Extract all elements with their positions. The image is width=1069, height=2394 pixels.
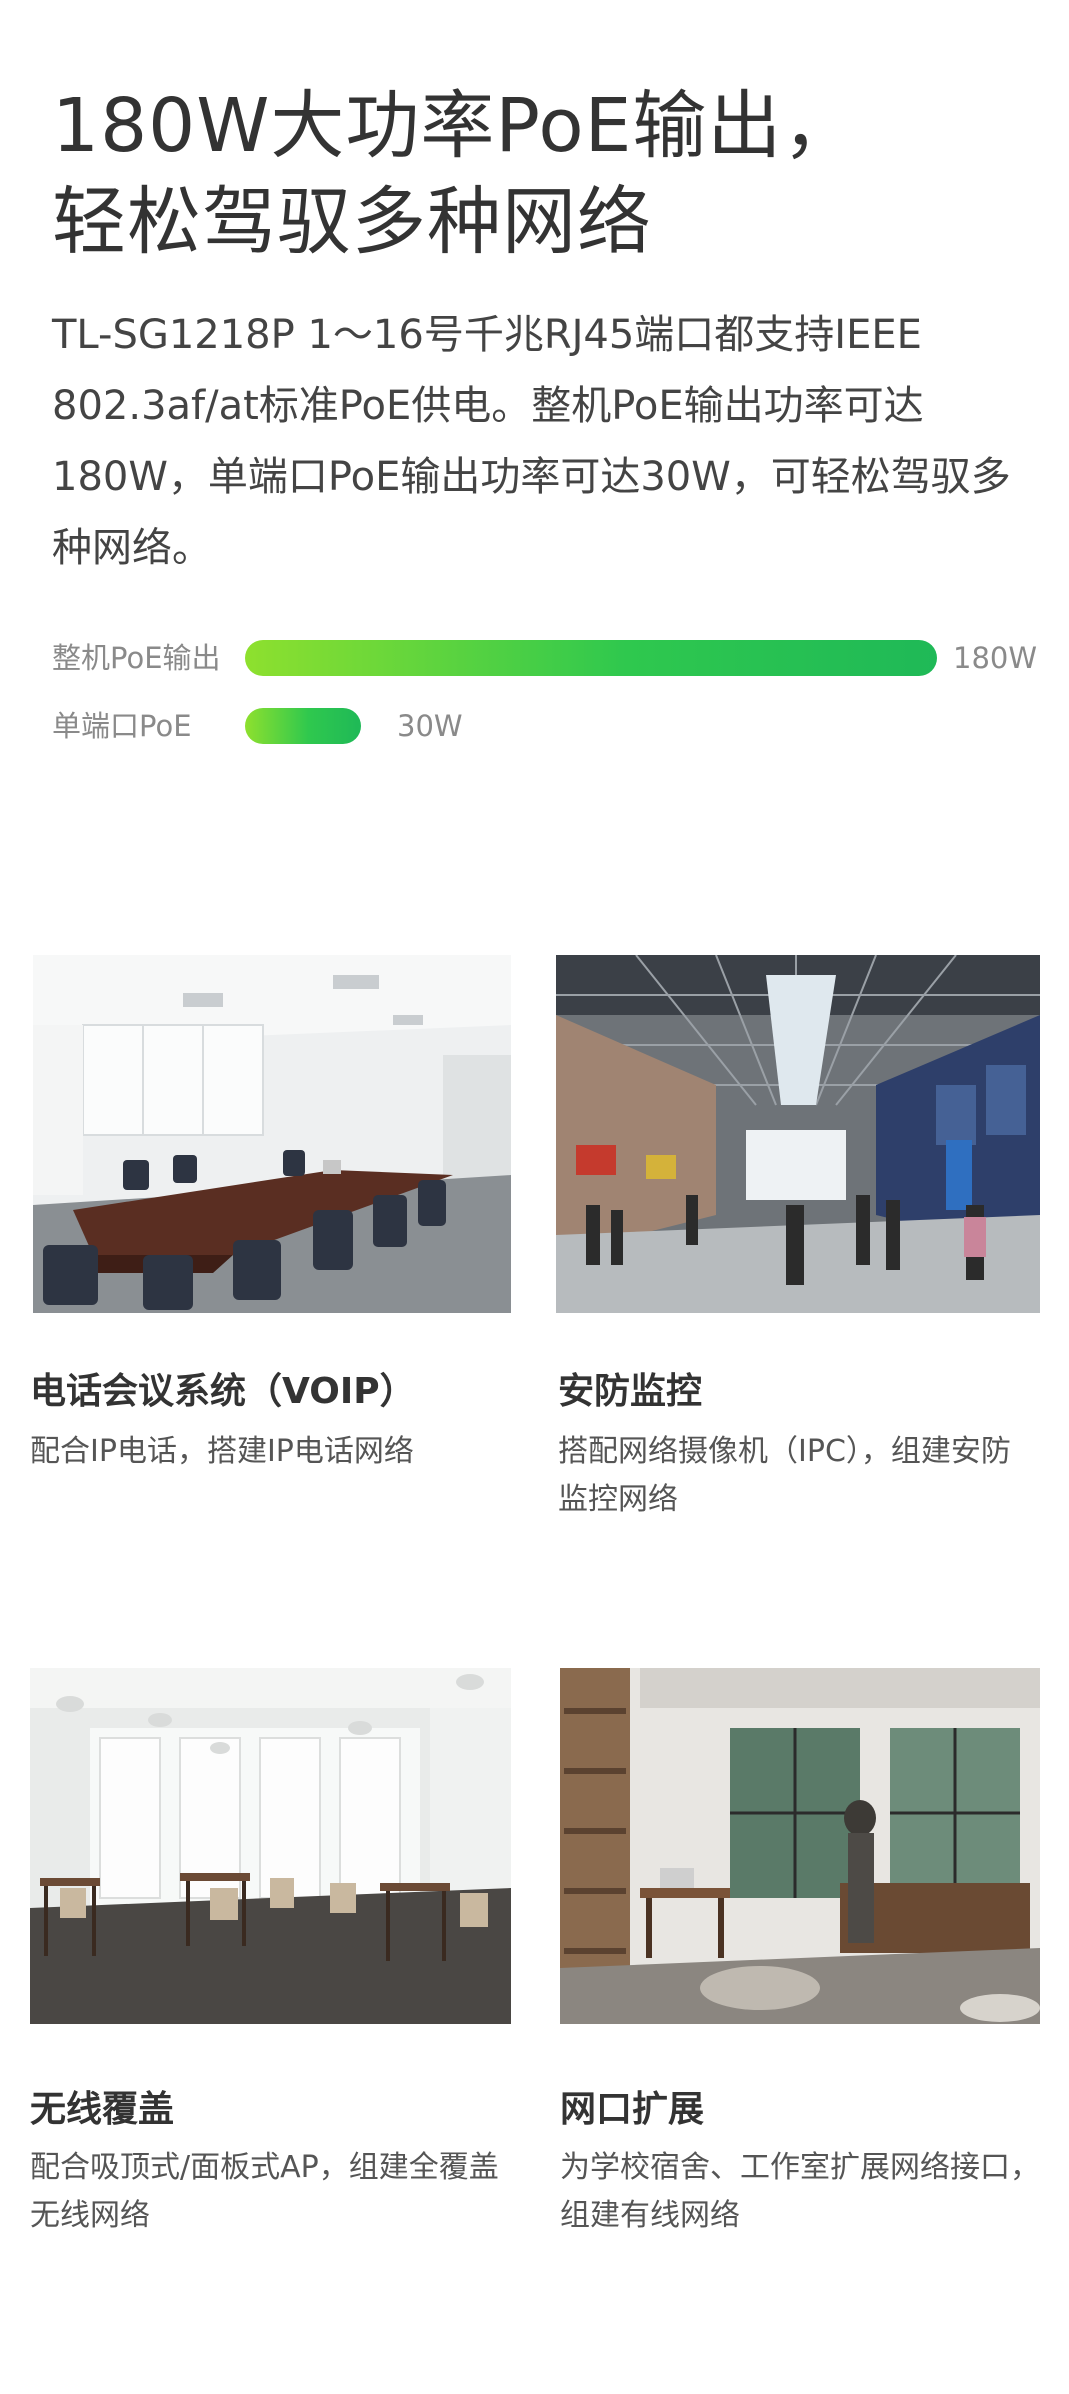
scenario-title-wireless: 无线覆盖: [30, 2089, 175, 2130]
bar-value: 30W: [397, 709, 463, 743]
total-poe-bar-row: 整机PoE输出 180W: [52, 638, 1052, 678]
headline-line-2: 轻松驾驭多种网络: [52, 179, 652, 265]
scenario-title-surveillance: 安防监控: [558, 1371, 703, 1412]
shopping-mall-photo: [556, 955, 1040, 1313]
headline-line-1: 180W大功率PoE输出，: [52, 83, 858, 169]
conference-room-photo: [33, 955, 511, 1313]
bar-track: [245, 708, 937, 744]
bar-value: 180W: [953, 641, 1038, 675]
scenario-desc-port-expansion: 为学校宿舍、工作室扩展网络接口，组建有线网络: [560, 2150, 1040, 2233]
page-headline: 180W大功率PoE输出， 轻松驾驭多种网络: [52, 78, 1032, 270]
bar-label: 单端口PoE: [52, 709, 192, 743]
single-port-poe-bar-fill: [245, 708, 361, 744]
scenario-title-voip: 电话会议系统（VOIP）: [30, 1371, 416, 1412]
scenario-desc-voip: 配合IP电话，搭建IP电话网络: [30, 1434, 414, 1469]
cafe-dining-photo: [30, 1668, 511, 2024]
scenario-desc-wireless: 配合吸顶式/面板式AP，组建全覆盖无线网络: [30, 2150, 499, 2233]
intro-paragraph: TL-SG1218P 1～16号千兆RJ45端口都支持IEEE 802.3af/…: [52, 312, 1011, 571]
total-poe-bar-fill: [245, 640, 937, 676]
bar-label: 整机PoE输出: [52, 641, 221, 675]
scenario-title-port-expansion: 网口扩展: [560, 2089, 705, 2130]
home-studio-photo: [560, 1668, 1040, 2024]
single-port-poe-bar-row: 单端口PoE 30W: [52, 706, 1052, 746]
bar-track: [245, 640, 937, 676]
scenario-desc-surveillance: 搭配网络摄像机（IPC），组建安防监控网络: [558, 1434, 1011, 1517]
